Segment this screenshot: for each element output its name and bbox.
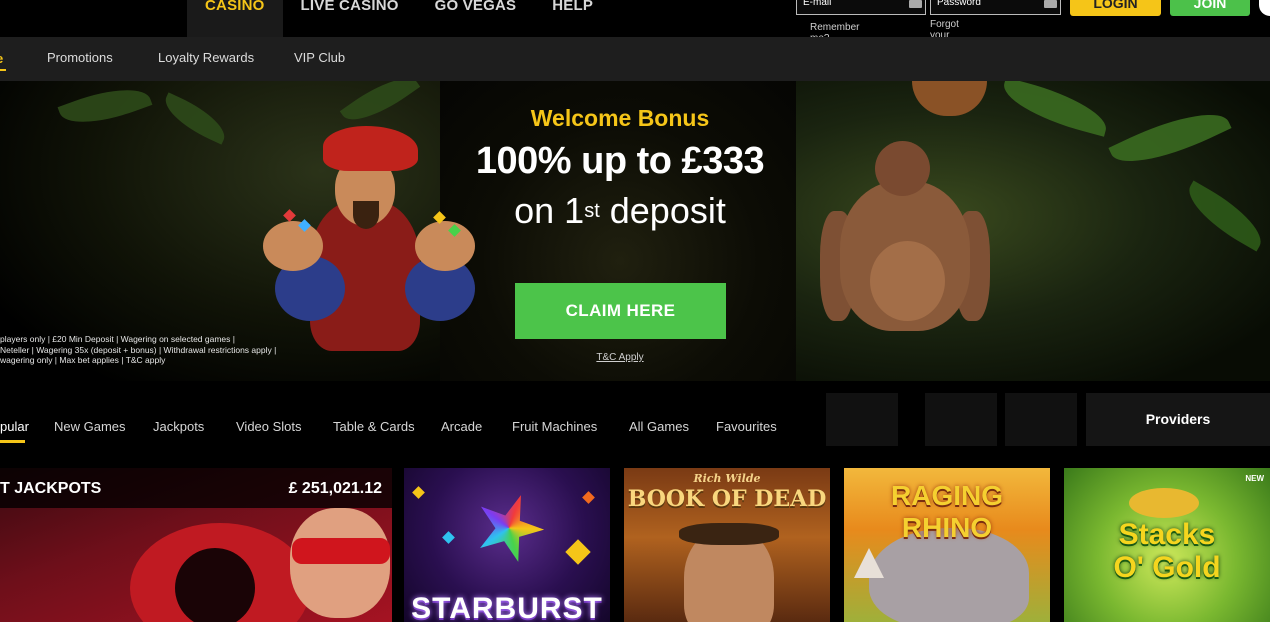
active-underline <box>0 69 6 71</box>
providers-button[interactable]: Providers <box>1086 393 1270 446</box>
starburst-game-tile[interactable]: STARBURST <box>404 468 610 622</box>
game-category-tabs: pular New Games Jackpots Video Slots Tab… <box>0 391 820 443</box>
email-field[interactable]: E-mail <box>796 0 926 15</box>
keyboard-icon <box>909 0 922 8</box>
terms-line: players only | £20 Min Deposit | Wagerin… <box>0 334 235 344</box>
main-nav: CASINO LIVE CASINO GO VEGAS HELP <box>187 0 611 37</box>
account-icon[interactable] <box>1259 0 1270 16</box>
jackpot-game-tile[interactable]: T JACKPOTS £ 251,021.12 <box>0 468 392 622</box>
tab-jackpots[interactable]: Jackpots <box>153 419 204 434</box>
jackpot-label: T JACKPOTS <box>0 480 102 497</box>
star-icon <box>464 483 554 573</box>
tab-video-slots[interactable]: Video Slots <box>236 419 302 434</box>
top-bar: CASINO LIVE CASINO GO VEGAS HELP E-mail … <box>0 0 1270 52</box>
login-button[interactable]: LOGIN <box>1070 0 1161 16</box>
tab-new-games[interactable]: New Games <box>54 419 126 434</box>
claim-here-button[interactable]: CLAIM HERE <box>515 283 726 339</box>
stacks-o-gold-title: Stacks O' Gold <box>1064 518 1270 584</box>
raging-rhino-game-tile[interactable]: RAGING RHINO <box>844 468 1050 622</box>
password-placeholder: Password <box>937 0 981 8</box>
ogre-character <box>820 141 990 381</box>
password-field[interactable]: Password <box>930 0 1061 15</box>
filter-box[interactable] <box>826 393 898 446</box>
sub-nav-loyalty-rewards[interactable]: Loyalty Rewards <box>158 50 254 65</box>
tab-fruit-machines[interactable]: Fruit Machines <box>512 419 597 434</box>
stacks-title-line-2: O' Gold <box>1113 551 1221 584</box>
coins-art <box>1129 488 1199 518</box>
sub-nav: e Promotions Loyalty Rewards VIP Club <box>0 37 1270 81</box>
book-of-dead-title: BOOK OF DEAD <box>627 486 827 512</box>
tab-table-cards[interactable]: Table & Cards <box>333 419 415 434</box>
raging-rhino-title: RAGING RHINO <box>891 480 1003 543</box>
sub-nav-home-label: e <box>0 51 3 66</box>
tab-all-games[interactable]: All Games <box>629 419 689 434</box>
bonus-amount: 100% up to £333 <box>475 140 765 182</box>
nav-live-casino[interactable]: LIVE CASINO <box>283 0 417 37</box>
tc-apply-link[interactable]: T&C Apply <box>440 352 800 363</box>
bonus-terms: players only | £20 Min Deposit | Wagerin… <box>0 334 300 366</box>
keyboard-icon <box>1044 0 1057 8</box>
sub-nav-promotions[interactable]: Promotions <box>47 50 113 65</box>
bonus-title: Welcome Bonus <box>530 105 710 131</box>
deposit-suffix: deposit <box>599 190 726 231</box>
terms-line: Neteller | Wagering 35x (deposit + bonus… <box>0 344 277 355</box>
nav-casino[interactable]: CASINO <box>187 0 283 37</box>
active-tab-underline <box>0 440 25 443</box>
filter-box[interactable] <box>1005 393 1077 446</box>
sub-nav-vip-club[interactable]: VIP Club <box>294 50 345 65</box>
tab-arcade[interactable]: Arcade <box>441 419 482 434</box>
new-badge: NEW <box>1245 474 1264 483</box>
nav-go-vegas[interactable]: GO VEGAS <box>417 0 535 37</box>
jackpot-amount: £ 251,021.12 <box>288 480 382 497</box>
terms-line: wagering only | Max bet applies | T&C ap… <box>0 355 166 365</box>
sub-nav-home[interactable]: e <box>0 37 6 81</box>
stacks-title-line-1: Stacks <box>1118 518 1216 551</box>
deposit-sup: st <box>584 200 600 222</box>
tab-popular[interactable]: pular <box>0 419 29 434</box>
stacks-o-gold-game-tile[interactable]: NEW Stacks O' Gold <box>1064 468 1270 622</box>
tab-favourites[interactable]: Favourites <box>716 419 777 434</box>
starburst-title: STARBURST <box>411 592 603 622</box>
email-placeholder: E-mail <box>803 0 832 8</box>
deposit-prefix: on 1 <box>514 190 585 231</box>
nav-help[interactable]: HELP <box>534 0 611 37</box>
bonus-deposit: on 1st deposit <box>440 190 800 232</box>
jackpot-bar: T JACKPOTS £ 251,021.12 <box>0 468 392 508</box>
book-of-dead-game-tile[interactable]: Rich Wilde BOOK OF DEAD <box>624 468 830 622</box>
book-of-dead-author: Rich Wilde <box>693 472 761 485</box>
join-button[interactable]: JOIN <box>1170 0 1250 16</box>
filter-box[interactable] <box>925 393 997 446</box>
